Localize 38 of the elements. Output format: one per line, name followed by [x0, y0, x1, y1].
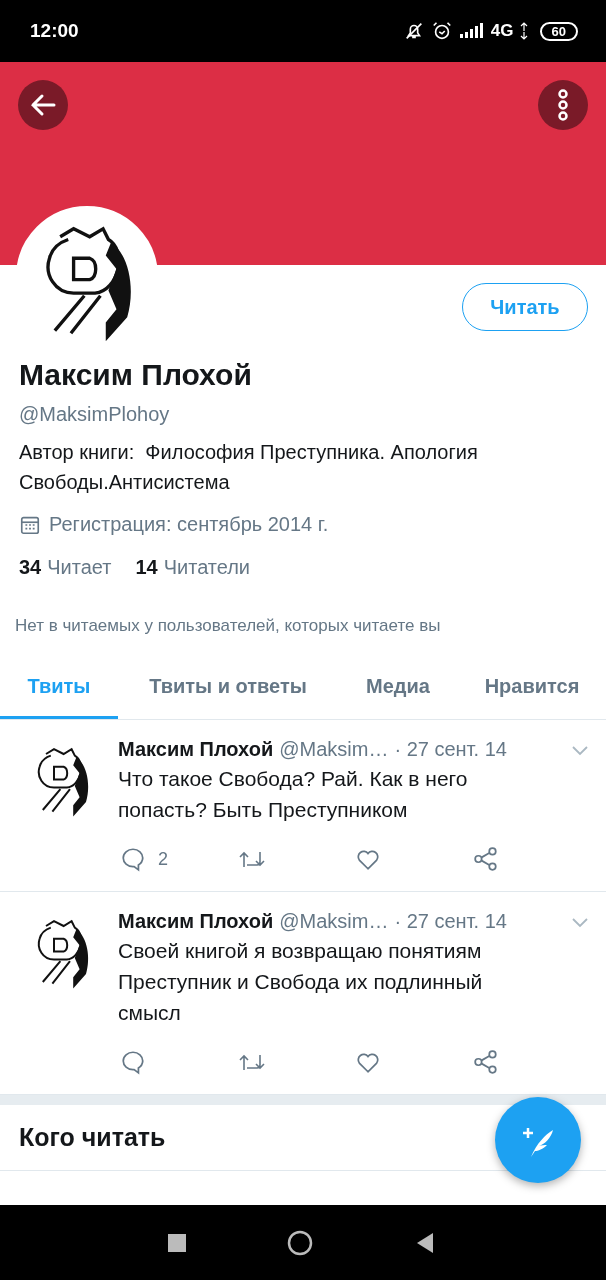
author-handle: @Maksim…: [279, 738, 389, 761]
back-button[interactable]: [18, 80, 68, 130]
author-name: Максим Плохой: [118, 910, 274, 933]
signal-icon: [458, 22, 485, 40]
tweet-date: · 27 сент. 14: [394, 738, 507, 761]
follow-button[interactable]: Читать: [462, 283, 588, 331]
stat-label[interactable]: Читает: [47, 556, 112, 579]
author-handle: @Maksim…: [279, 910, 389, 933]
tweet-date: · 27 сент. 14: [394, 910, 507, 933]
more-options-button[interactable]: [538, 80, 588, 130]
recent-apps-button[interactable]: [167, 1232, 187, 1253]
followers-note: Нет в читаемых у пользователей, которых читаете вы: [15, 616, 442, 636]
clock-time: 12:00: [30, 20, 79, 42]
data-arrows-icon: [519, 22, 528, 40]
author-name: Максим Плохой: [118, 738, 274, 761]
join-date: Регистрация: сентябрь 2014 г.: [49, 513, 329, 536]
profile-bio: Автор книги: Философия Преступника. Апология Свободы.Антисистема: [19, 440, 479, 495]
share-icon[interactable]: [472, 1049, 499, 1075]
profile-tab[interactable]: Твиты и ответы: [118, 658, 338, 719]
network-type: 4G: [490, 21, 514, 41]
home-button[interactable]: [287, 1229, 313, 1256]
stat-count[interactable]: 34: [19, 556, 42, 579]
reply-icon[interactable]: [120, 1049, 146, 1075]
stat-label[interactable]: Читатели: [163, 556, 251, 579]
profile-tab[interactable]: Нравится: [458, 658, 606, 719]
battery-indicator: 60: [539, 21, 578, 41]
section-title: Кого читать: [19, 1123, 167, 1152]
share-icon[interactable]: [472, 846, 499, 872]
tweet-text: Что такое Свобода? Рай. Как в него попасть? Быть Преступником: [118, 766, 469, 823]
profile-handle: @MaksimPlohoy: [19, 402, 171, 427]
reply-icon[interactable]: [120, 846, 146, 872]
tweet-text: Своей книгой я возвращаю понятиям Преступник и Свобода их подлинный смысл: [118, 938, 484, 1026]
stat-count[interactable]: 14: [135, 556, 158, 579]
profile-tab[interactable]: Медиа: [338, 658, 458, 719]
profile-name: Максим Плохой: [19, 357, 253, 393]
reply-count: 2: [158, 848, 168, 870]
profile-tab[interactable]: Твиты: [0, 658, 118, 719]
compose-tweet-button[interactable]: [495, 1097, 581, 1183]
